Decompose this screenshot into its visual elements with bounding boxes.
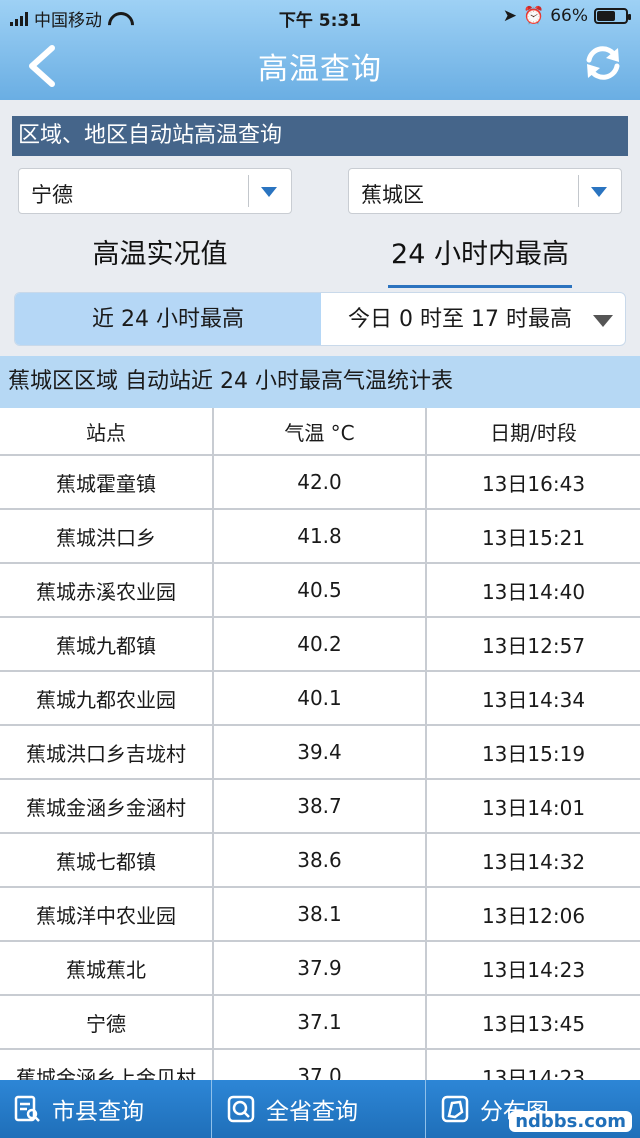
header-station: 站点 [0,408,214,454]
segment-today[interactable]: 今日 0 时至 17 时最高 [321,293,625,345]
cell-station: 蕉城洪口乡吉垅村 [0,726,214,778]
cell-temp: 39.4 [214,726,427,778]
cell-station: 蕉城金涵乡上金贝村 [0,1050,214,1080]
search-icon [227,1095,255,1123]
city-select-value: 宁德 [31,183,73,207]
watermark-logo: ndbbs.com [509,1111,632,1132]
refresh-icon [586,46,620,80]
cell-station: 蕉城九都农业园 [0,672,214,724]
app-header: 中国移动 下午 5:31 ➤ ⏰ 66% 高温查询 [0,0,640,100]
table-row: 蕉城洪口乡吉垅村 39.4 13日15:19 [0,726,640,780]
cell-station: 蕉城霍童镇 [0,456,214,508]
district-select[interactable]: 蕉城区 [348,168,622,214]
table-row: 宁德 37.1 13日13:45 [0,996,640,1050]
map-icon [441,1095,469,1123]
cell-time: 13日16:43 [481,471,586,496]
cell-temp: 40.5 [214,564,427,616]
cell-time: 13日12:57 [481,633,586,658]
dropdown-arrow-icon [591,187,607,197]
header-temp: 气温 °C [214,408,427,454]
refresh-button[interactable] [580,40,626,86]
table-row: 蕉城九都镇 40.2 13日12:57 [0,618,640,672]
page-title: 高温查询 [258,52,382,87]
cell-time: 13日14:32 [481,849,586,874]
status-bar: 中国移动 下午 5:31 ➤ ⏰ 66% [0,0,640,32]
battery-percent: 66% [550,6,588,26]
table-row: 蕉城九都农业园 40.1 13日14:34 [0,672,640,726]
mode-tabs: 高温实况值 24 小时内最高 [0,232,640,292]
table-row: 蕉城蕉北 37.9 13日14:23 [0,942,640,996]
table-row: 蕉城金涵乡上金贝村 37.0 13日14:23 [0,1050,640,1080]
cell-station: 蕉城洪口乡 [0,510,214,562]
cell-temp: 38.7 [214,780,427,832]
cell-temp: 38.1 [214,888,427,940]
cell-time: 13日14:34 [481,687,586,712]
cell-station: 蕉城赤溪农业园 [0,564,214,616]
alarm-icon: ⏰ [523,6,545,26]
battery-icon [594,8,631,24]
city-select[interactable]: 宁德 [18,168,292,214]
cell-temp: 41.8 [214,510,427,562]
cell-station: 蕉城金涵乡金涵村 [0,780,214,832]
tab-24h-max[interactable]: 24 小时内最高 [388,232,572,292]
tab-county-query[interactable]: 市县查询 [0,1080,212,1138]
cell-time: 13日14:23 [481,1065,586,1081]
segment-today-label: 今日 0 时至 17 时最高 [348,307,572,332]
cell-temp: 40.2 [214,618,427,670]
stats-table[interactable]: 站点 气温 °C 日期/时段 蕉城霍童镇 42.0 13日16:43 蕉城洪口乡 41.… [0,408,640,1080]
cell-temp: 38.6 [214,834,427,886]
period-segment: 近 24 小时最高 今日 0 时至 17 时最高 [14,292,626,346]
tab-realtime[interactable]: 高温实况值 [60,232,260,292]
section-title: 区域、地区自动站高温查询 [12,116,628,156]
document-search-icon [14,1095,40,1122]
table-row: 蕉城七都镇 38.6 13日14:32 [0,834,640,888]
cell-time: 13日14:23 [481,957,586,982]
table-row: 蕉城霍童镇 42.0 13日16:43 [0,456,640,510]
location-icon: ➤ [502,6,518,26]
tab-province-query-label: 全省查询 [266,1099,358,1125]
cell-temp: 42.0 [214,456,427,508]
cell-station: 蕉城蕉北 [0,942,214,994]
cell-station: 蕉城九都镇 [0,618,214,670]
dropdown-arrow-icon [261,187,277,197]
table-row: 蕉城金涵乡金涵村 38.7 13日14:01 [0,780,640,834]
table-row: 蕉城赤溪农业园 40.5 13日14:40 [0,564,640,618]
tab-province-query[interactable]: 全省查询 [212,1080,426,1138]
tab-county-query-label: 市县查询 [52,1099,144,1125]
segment-last-24h[interactable]: 近 24 小时最高 [15,293,321,345]
caret-down-icon [593,315,613,327]
cell-station: 蕉城洋中农业园 [0,888,214,940]
cell-time: 13日14:40 [481,579,586,604]
cell-temp: 37.1 [214,996,427,1048]
cell-temp: 37.9 [214,942,427,994]
header-time: 日期/时段 [490,420,577,445]
cell-time: 13日12:06 [481,903,586,928]
cell-temp: 40.1 [214,672,427,724]
cell-time: 13日15:21 [481,525,586,550]
table-header-row: 站点 气温 °C 日期/时段 [0,408,640,456]
cell-station: 宁德 [0,996,214,1048]
table-row: 蕉城洋中农业园 38.1 13日12:06 [0,888,640,942]
district-select-value: 蕉城区 [361,183,424,207]
table-row: 蕉城洪口乡 41.8 13日15:21 [0,510,640,564]
cell-temp: 37.0 [214,1050,427,1080]
bottom-tabbar: 市县查询 全省查询 分布图 ndbbs.com [0,1080,640,1138]
table-title: 蕉城区区域 自动站近 24 小时最高气温统计表 [0,356,640,408]
cell-time: 13日14:01 [481,795,586,820]
cell-time: 13日13:45 [481,1011,586,1036]
cell-time: 13日15:19 [481,741,586,766]
cell-station: 蕉城七都镇 [0,834,214,886]
